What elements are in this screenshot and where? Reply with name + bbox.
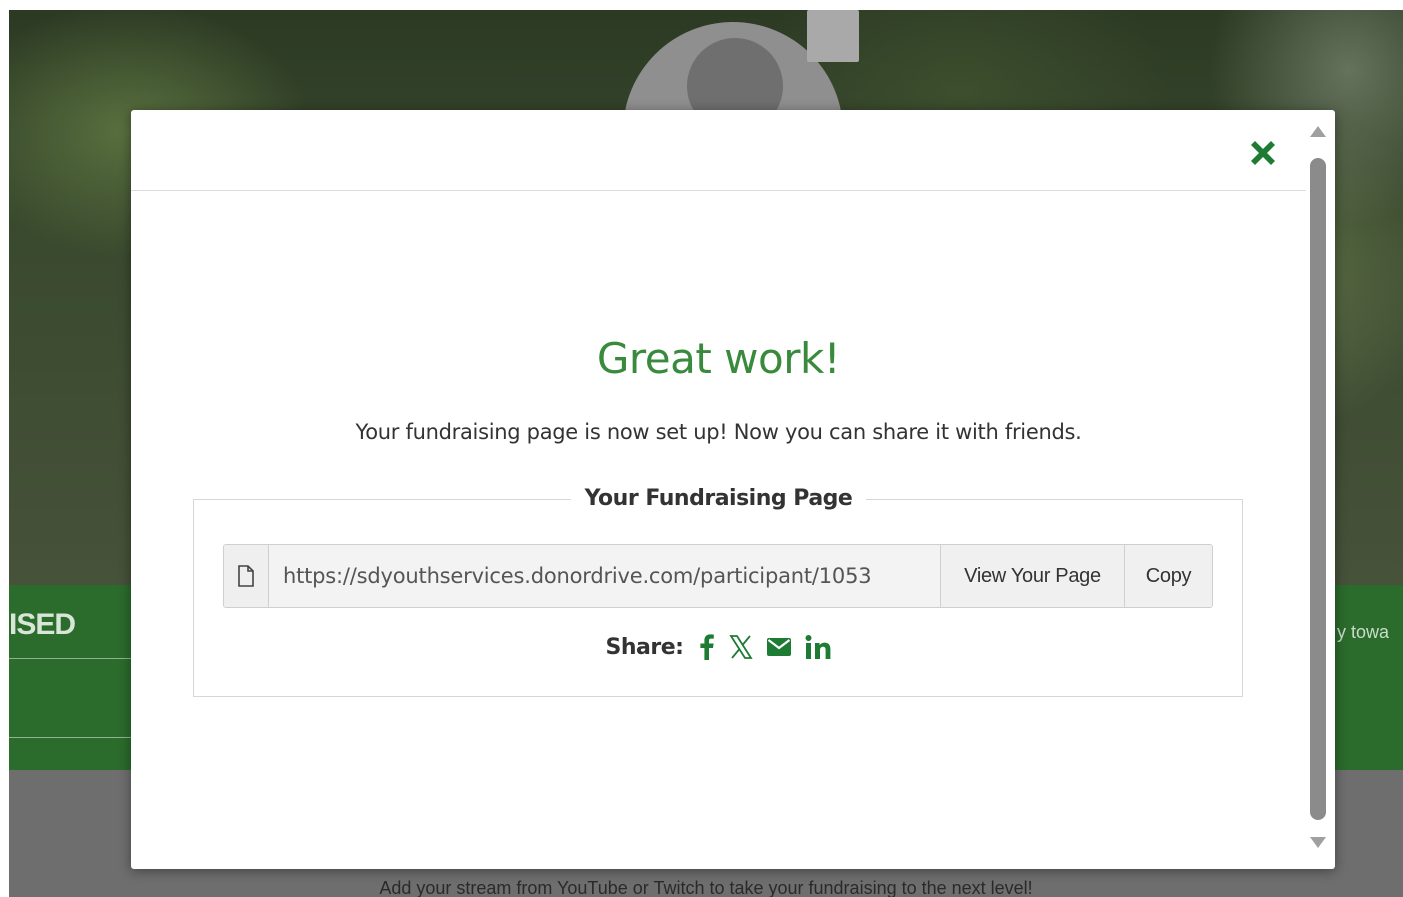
copy-button[interactable]: Copy [1124, 545, 1212, 607]
view-your-page-button[interactable]: View Your Page [940, 545, 1124, 607]
document-addon [224, 545, 269, 607]
fieldset-legend: Your Fundraising Page [131, 486, 1306, 511]
url-input-group: View Your Page Copy [223, 544, 1213, 608]
share-label: Share: [605, 634, 684, 660]
modal-scrollbar[interactable] [1308, 122, 1328, 858]
share-row: Share: [131, 634, 1306, 660]
email-icon[interactable] [767, 638, 792, 656]
close-icon [1251, 141, 1275, 165]
goal-text-fragment: y towa [1337, 622, 1390, 642]
section-title: Your Fundraising Page [570, 486, 867, 511]
x-icon[interactable] [729, 635, 754, 659]
modal-subtext: Your fundraising page is now set up! Now… [355, 420, 1082, 444]
modal-header-divider [131, 190, 1306, 191]
raised-label: ISED [9, 608, 76, 641]
page-url-field[interactable] [269, 545, 940, 607]
scroll-up-arrow-icon[interactable] [1310, 126, 1326, 137]
modal-heading: Great work! [596, 334, 841, 383]
scroll-down-arrow-icon[interactable] [1310, 837, 1326, 848]
close-button[interactable] [1244, 134, 1282, 172]
divider [9, 658, 139, 659]
scroll-thumb[interactable] [1310, 158, 1326, 820]
document-icon [238, 565, 254, 587]
stream-promo-text: Add your stream from YouTube or Twitch t… [379, 878, 1033, 897]
linkedin-icon[interactable] [805, 635, 831, 659]
divider [9, 737, 139, 738]
avatar-edit-button [807, 10, 859, 62]
success-modal: Great work! Your fundraising page is now… [131, 110, 1335, 869]
facebook-icon[interactable] [699, 634, 715, 660]
